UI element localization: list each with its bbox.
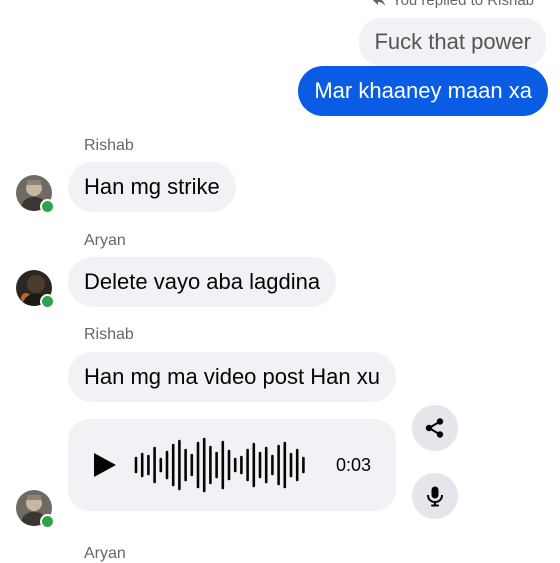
avatar[interactable] — [16, 270, 55, 309]
reply-arrow-icon — [372, 0, 385, 6]
reply-context: You replied to Rishab — [372, 0, 534, 9]
avatar[interactable] — [16, 175, 55, 214]
outgoing-message[interactable]: Mar khaaney maan xa — [298, 66, 548, 116]
sender-name: Aryan — [84, 232, 126, 249]
avatar[interactable] — [16, 490, 55, 529]
share-button[interactable] — [412, 405, 458, 451]
incoming-message[interactable]: Delete vayo aba lagdina — [68, 257, 337, 307]
incoming-message[interactable]: Han mg strike — [68, 162, 236, 212]
waveform — [134, 437, 305, 493]
microphone-button[interactable] — [412, 473, 458, 519]
online-status-dot — [40, 514, 55, 529]
sender-name: Rishab — [84, 326, 134, 343]
play-icon[interactable] — [94, 453, 116, 477]
sender-name: Rishab — [84, 137, 134, 154]
sender-name: Aryan — [84, 545, 126, 562]
voice-message[interactable]: 0:03 — [68, 419, 396, 511]
incoming-message[interactable]: Han mg ma video post Han xu — [68, 352, 396, 402]
reply-note-text: You replied to Rishab — [391, 0, 534, 9]
online-status-dot — [40, 199, 55, 214]
voice-duration: 0:03 — [336, 455, 372, 475]
share-icon — [425, 418, 444, 438]
microphone-icon — [427, 486, 443, 507]
online-status-dot — [40, 294, 55, 309]
quoted-message[interactable]: Fuck that power — [359, 18, 546, 66]
